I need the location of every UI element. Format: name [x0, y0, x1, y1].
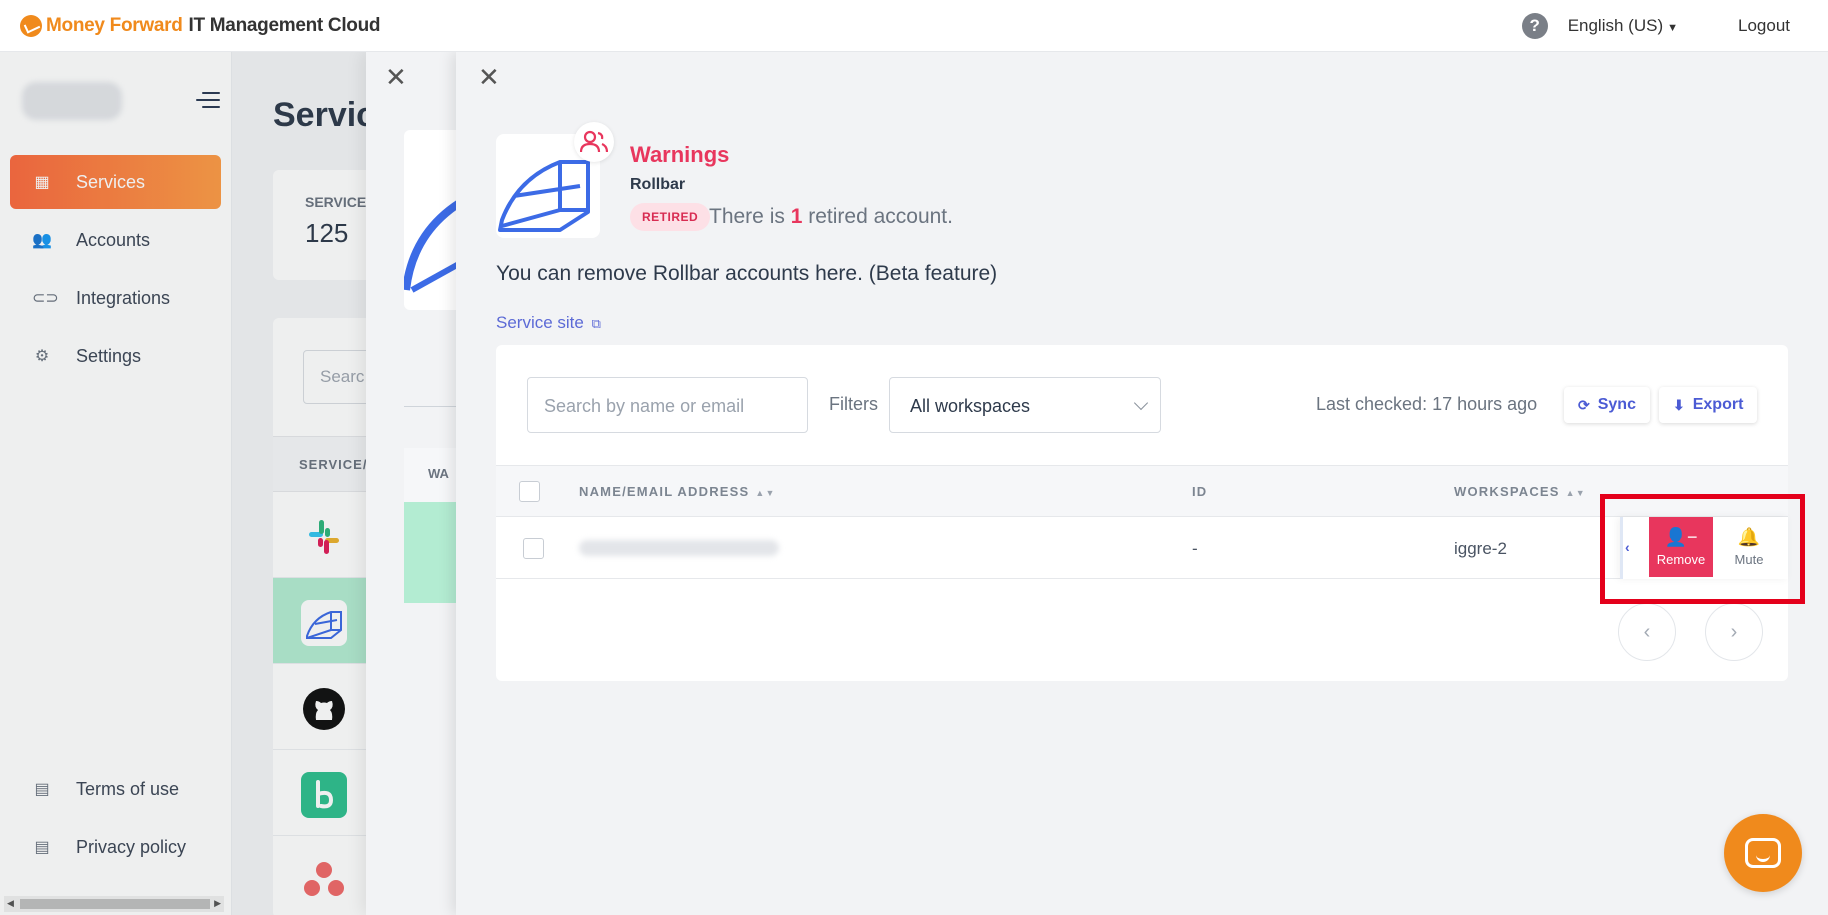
row-checkbox[interactable] [523, 538, 544, 559]
language-label: English (US) [1567, 15, 1664, 35]
export-button[interactable]: ⬇ Export [1659, 387, 1758, 423]
workspace-filter-value: All workspaces [910, 396, 1031, 416]
export-label: Export [1692, 396, 1744, 413]
sort-icon[interactable]: ▲▼ [755, 488, 775, 498]
service-site-link[interactable]: Service site ⧉ [496, 313, 601, 333]
external-link-icon: ⧉ [591, 316, 601, 331]
service-name: Rollbar [630, 176, 686, 193]
column-id: ID [1192, 484, 1208, 499]
column-workspaces-label: WORKSPACES [1454, 484, 1560, 499]
chat-icon [1745, 838, 1781, 868]
logout-link[interactable]: Logout [1738, 16, 1790, 36]
top-bar: Money Forward IT Management Cloud ? Engl… [0, 0, 1828, 52]
language-selector[interactable]: English (US) ▼ [1568, 16, 1678, 36]
retired-prefix: There is [709, 205, 785, 228]
close-icon[interactable]: ✕ [385, 62, 407, 93]
chat-support-button[interactable] [1724, 814, 1802, 892]
retired-suffix: retired account. [808, 205, 953, 228]
chevron-down-icon [1133, 395, 1149, 411]
close-drawer-icon[interactable]: ✕ [478, 62, 500, 93]
accounts-table-card: Search by name or email Filters All work… [496, 345, 1788, 681]
drawer-column-header: WA [404, 448, 464, 502]
export-file-icon: ⬇ [1673, 396, 1685, 413]
next-page-button[interactable]: › [1705, 603, 1763, 661]
account-name-blurred [579, 540, 779, 556]
retired-user-badge-icon [574, 122, 614, 162]
table-header: NAME/EMAIL ADDRESS ▲▼ ID WORKSPACES ▲▼ [496, 465, 1788, 517]
annotation-highlight-box [1600, 494, 1805, 604]
product-name: IT Management Cloud [188, 14, 381, 36]
sync-label: Sync [1597, 396, 1636, 413]
sync-icon: ⟳ [1578, 396, 1590, 413]
retired-count: 1 [790, 205, 803, 228]
select-all-checkbox[interactable] [519, 481, 540, 502]
column-name[interactable]: NAME/EMAIL ADDRESS ▲▼ [579, 484, 776, 499]
last-checked-text: Last checked: 17 hours ago [1316, 394, 1538, 414]
previous-page-button[interactable]: ‹ [1618, 603, 1676, 661]
retired-badge: RETIRED [630, 203, 711, 231]
account-workspace: iggre-2 [1454, 539, 1507, 558]
service-site-label: Service site [496, 313, 584, 332]
account-search-input[interactable]: Search by name or email [527, 377, 808, 433]
retired-summary: There is 1 retired account. [709, 205, 953, 229]
help-icon[interactable]: ? [1521, 12, 1548, 39]
sync-button[interactable]: ⟳ Sync [1564, 387, 1650, 423]
filters-label: Filters [829, 394, 878, 414]
account-id: - [1192, 539, 1198, 558]
table-row: - iggre-2 [496, 517, 1788, 579]
column-workspaces[interactable]: WORKSPACES ▲▼ [1454, 484, 1586, 499]
column-name-label: NAME/EMAIL ADDRESS [579, 484, 750, 499]
money-forward-logo-icon [20, 14, 42, 37]
tab-divider [404, 406, 464, 407]
workspace-filter-select[interactable]: All workspaces [889, 377, 1161, 433]
sort-icon[interactable]: ▲▼ [1566, 488, 1586, 498]
brand-name: Money Forward [46, 14, 183, 36]
brand-logo[interactable]: Money Forward IT Management Cloud [20, 14, 381, 37]
caret-down-icon: ▼ [1667, 21, 1678, 34]
remove-description: You can remove Rollbar accounts here. (B… [496, 262, 998, 285]
status-title: Warnings [630, 142, 730, 167]
